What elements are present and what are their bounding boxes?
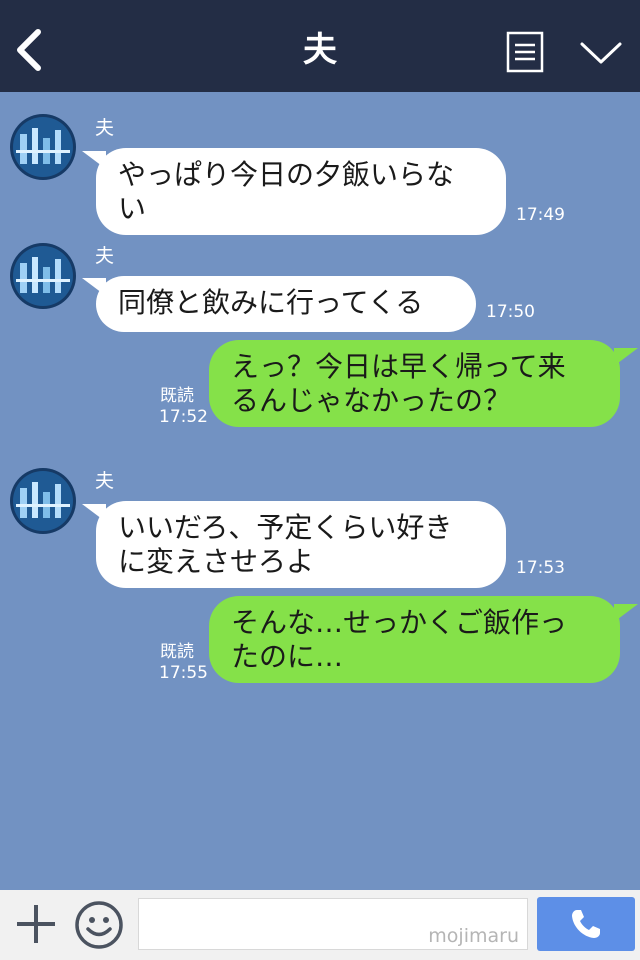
chat-title: 夫 [303, 30, 337, 70]
message-time: 17:50 [486, 302, 535, 322]
message-time: 17:55 [159, 663, 208, 683]
menu-icon[interactable] [506, 31, 544, 73]
message-time: 17:53 [516, 558, 565, 578]
chat-header: 夫 [0, 0, 640, 92]
bubble-tail [614, 604, 638, 622]
read-status: 既読 [160, 386, 194, 406]
message-bubble[interactable]: いいだろ、予定くらい好き に変えさせろよ [96, 501, 506, 588]
phone-icon [572, 910, 600, 938]
read-status: 既読 [160, 642, 194, 662]
message-bubble[interactable]: そんな…せっかくご飯作っ たのに… [209, 596, 620, 683]
message-bubble[interactable]: やっぱり今日の夕飯いらな い [96, 148, 506, 235]
call-button[interactable] [537, 897, 635, 951]
message-time: 17:49 [516, 205, 565, 225]
sender-name: 夫 [95, 245, 115, 267]
message-input[interactable]: mojimaru [138, 898, 528, 950]
message-bubble[interactable]: 同僚と飲みに行ってくる [96, 276, 476, 332]
avatar-image [10, 243, 76, 309]
plus-icon[interactable] [14, 902, 58, 946]
watermark-text: mojimaru [428, 925, 519, 947]
sender-name: 夫 [95, 470, 115, 492]
message-list[interactable]: 夫 やっぱり今日の夕飯いらな い 17:49 夫 同僚と飲みに行ってくる 17:… [0, 92, 640, 890]
avatar[interactable] [10, 468, 76, 534]
avatar-image [10, 114, 76, 180]
bubble-tail [614, 348, 638, 366]
message-time: 17:52 [159, 407, 208, 427]
avatar[interactable] [10, 114, 76, 180]
avatar-image [10, 468, 76, 534]
chevron-down-icon[interactable] [578, 38, 624, 68]
avatar[interactable] [10, 243, 76, 309]
smile-icon[interactable] [74, 900, 124, 950]
message-bubble[interactable]: えっ？今日は早く帰って来 るんじゃなかったの？ [209, 340, 620, 427]
sender-name: 夫 [95, 117, 115, 139]
